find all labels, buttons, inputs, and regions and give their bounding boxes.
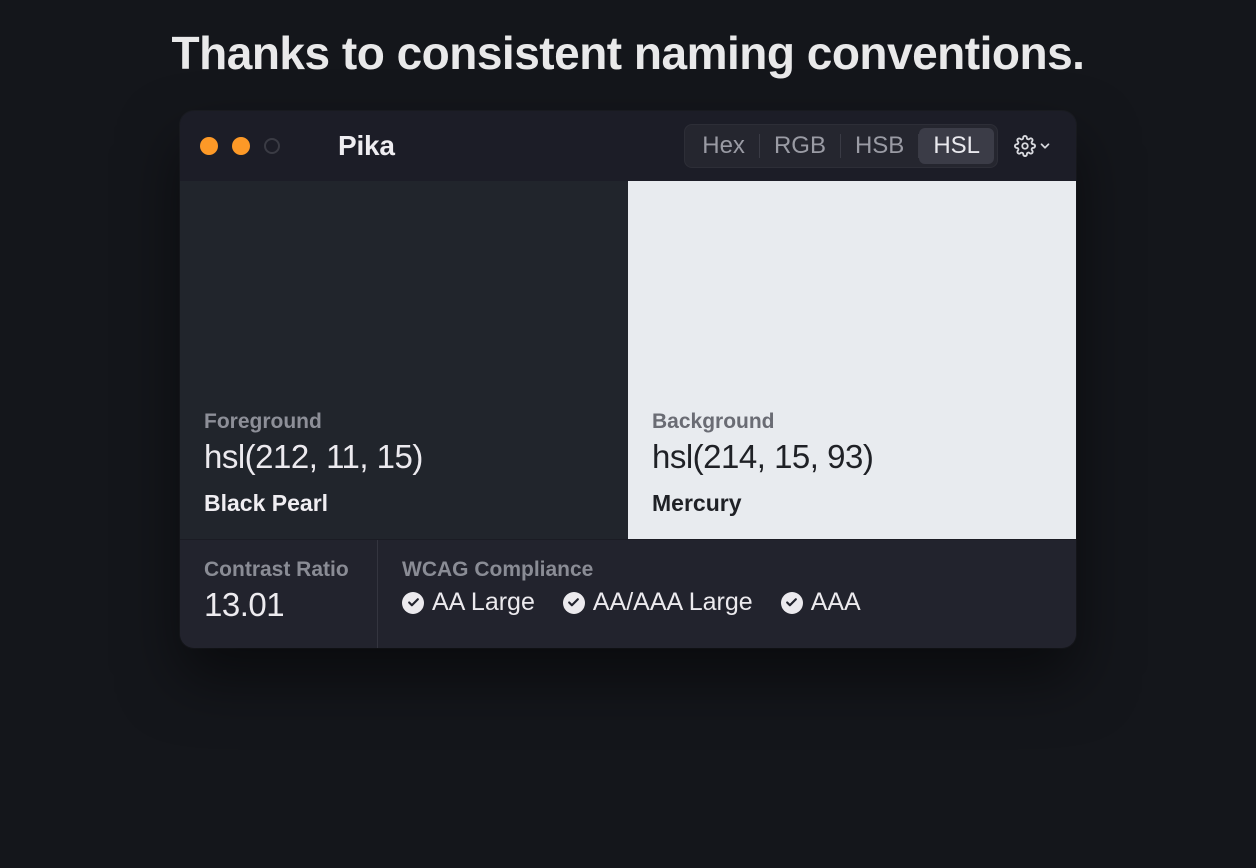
page-headline: Thanks to consistent naming conventions. bbox=[172, 18, 1085, 89]
background-color-panel[interactable]: Background hsl(214, 15, 93) Mercury bbox=[628, 181, 1076, 539]
contrast-ratio-label: Contrast Ratio bbox=[204, 558, 353, 582]
app-title: Pika bbox=[338, 130, 395, 162]
background-color-name: Mercury bbox=[652, 490, 1052, 517]
chevron-down-icon bbox=[1038, 139, 1052, 153]
contrast-ratio-value: 13.01 bbox=[204, 586, 353, 624]
foreground-value: hsl(212, 11, 15) bbox=[204, 438, 604, 476]
foreground-color-name: Black Pearl bbox=[204, 490, 604, 517]
wcag-item-aa-large: AA Large bbox=[402, 588, 535, 617]
format-tab-hex[interactable]: Hex bbox=[688, 128, 759, 164]
wcag-item-text: AAA bbox=[811, 588, 861, 617]
foreground-label: Foreground bbox=[204, 410, 604, 434]
settings-button[interactable] bbox=[1010, 131, 1056, 161]
titlebar: Pika Hex RGB HSB HSL bbox=[180, 111, 1076, 181]
foreground-color-panel[interactable]: Foreground hsl(212, 11, 15) Black Pearl bbox=[180, 181, 628, 539]
wcag-item-text: AA/AAA Large bbox=[593, 588, 753, 617]
wcag-label: WCAG Compliance bbox=[402, 558, 861, 582]
checkmark-icon bbox=[563, 592, 585, 614]
window-close-button[interactable] bbox=[200, 137, 218, 155]
wcag-item-aa-aaa-large: AA/AAA Large bbox=[563, 588, 753, 617]
format-segmented-control: Hex RGB HSB HSL bbox=[684, 124, 998, 168]
format-tab-hsb[interactable]: HSB bbox=[841, 128, 918, 164]
checkmark-icon bbox=[781, 592, 803, 614]
window-minimize-button[interactable] bbox=[232, 137, 250, 155]
window-zoom-button[interactable] bbox=[264, 138, 280, 154]
background-label: Background bbox=[652, 410, 1052, 434]
format-tab-rgb[interactable]: RGB bbox=[760, 128, 840, 164]
contrast-ratio-section: Contrast Ratio 13.01 bbox=[180, 540, 378, 648]
app-window: Pika Hex RGB HSB HSL bbox=[180, 111, 1076, 648]
gear-icon bbox=[1014, 135, 1036, 157]
traffic-lights bbox=[200, 137, 280, 155]
format-tab-hsl[interactable]: HSL bbox=[919, 128, 994, 164]
wcag-item-text: AA Large bbox=[432, 588, 535, 617]
wcag-compliance-row: AA Large AA/AAA Large AAA bbox=[402, 588, 861, 617]
color-panels: Foreground hsl(212, 11, 15) Black Pearl … bbox=[180, 181, 1076, 539]
background-value: hsl(214, 15, 93) bbox=[652, 438, 1052, 476]
titlebar-controls: Hex RGB HSB HSL bbox=[684, 124, 1056, 168]
checkmark-icon bbox=[402, 592, 424, 614]
wcag-section: WCAG Compliance AA Large AA/AAA Large bbox=[378, 540, 885, 648]
footer: Contrast Ratio 13.01 WCAG Compliance AA … bbox=[180, 539, 1076, 648]
wcag-item-aaa: AAA bbox=[781, 588, 861, 617]
